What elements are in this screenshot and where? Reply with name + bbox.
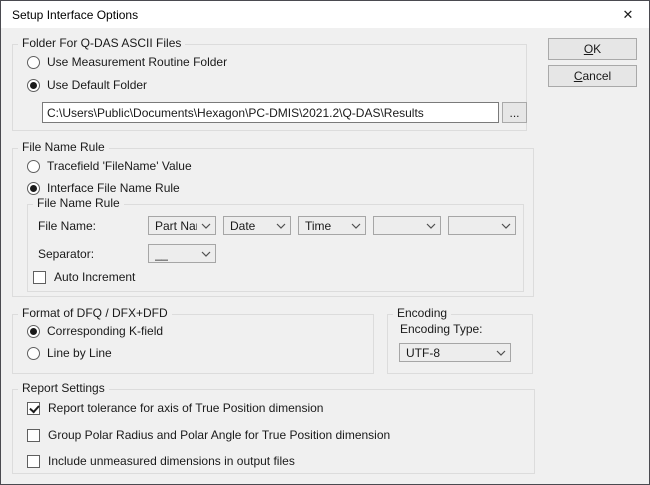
format-group-title: Format of DFQ / DFX+DFD — [18, 306, 172, 320]
checkbox-icon — [27, 429, 40, 442]
file-name-part-dropdown-3[interactable]: Time — [298, 216, 366, 235]
browse-button-label: ... — [509, 106, 519, 120]
checkbox-icon — [33, 271, 46, 284]
report-tolerance-checkbox[interactable]: Report tolerance for axis of True Positi… — [27, 401, 323, 415]
radio-label: Use Measurement Routine Folder — [47, 55, 227, 69]
checkbox-label: Group Polar Radius and Polar Angle for T… — [48, 428, 390, 442]
radio-interface-file-name-rule[interactable]: Interface File Name Rule — [27, 181, 180, 195]
radio-label: Use Default Folder — [47, 78, 147, 92]
encoding-group-title: Encoding — [393, 306, 451, 320]
dropdown-value: Time — [305, 219, 331, 233]
cancel-button-label: Cancel — [574, 69, 611, 83]
separator-dropdown[interactable]: __ — [148, 244, 216, 263]
default-folder-path-input[interactable]: C:\Users\Public\Documents\Hexagon\PC-DMI… — [42, 102, 499, 123]
checkbox-label: Report tolerance for axis of True Positi… — [48, 401, 323, 415]
folder-group: Folder For Q-DAS ASCII Files Use Measure… — [12, 44, 527, 131]
file-name-part-dropdown-2[interactable]: Date — [223, 216, 291, 235]
radio-use-measurement-routine-folder[interactable]: Use Measurement Routine Folder — [27, 55, 227, 69]
titlebar: Setup Interface Options ✕ — [1, 1, 649, 28]
radio-corresponding-k-field[interactable]: Corresponding K-field — [27, 324, 163, 338]
radio-label: Line by Line — [47, 346, 112, 360]
encoding-type-dropdown[interactable]: UTF-8 — [399, 343, 511, 362]
dropdown-value: Date — [230, 219, 255, 233]
radio-label: Interface File Name Rule — [47, 181, 180, 195]
file-name-part-dropdown-5[interactable] — [448, 216, 516, 235]
encoding-group: Encoding Encoding Type: UTF-8 — [387, 314, 533, 374]
default-folder-path-value: C:\Users\Public\Documents\Hexagon\PC-DMI… — [47, 106, 424, 120]
checkbox-icon — [27, 402, 40, 415]
setup-interface-options-dialog: Setup Interface Options ✕ OK Cancel Fold… — [0, 0, 650, 485]
report-settings-group: Report Settings Report tolerance for axi… — [12, 389, 535, 474]
encoding-type-label: Encoding Type: — [400, 322, 483, 336]
chevron-down-icon — [272, 223, 286, 229]
radio-tracefield-filename-value[interactable]: Tracefield 'FileName' Value — [27, 159, 192, 173]
file-name-part-dropdown-4[interactable] — [373, 216, 441, 235]
separator-label: Separator: — [38, 247, 94, 261]
radio-line-by-line[interactable]: Line by Line — [27, 346, 112, 360]
file-name-rule-group: File Name Rule Tracefield 'FileName' Val… — [12, 148, 534, 297]
file-name-rule-inner-group-title: File Name Rule — [33, 196, 124, 210]
window-title: Setup Interface Options — [1, 8, 138, 22]
radio-icon — [27, 325, 40, 338]
chevron-down-icon — [197, 223, 211, 229]
auto-increment-checkbox[interactable]: Auto Increment — [33, 270, 135, 284]
file-name-part-dropdown-1[interactable]: Part Name — [148, 216, 216, 235]
radio-icon — [27, 182, 40, 195]
radio-label: Corresponding K-field — [47, 324, 163, 338]
checkbox-icon — [27, 455, 40, 468]
cancel-button[interactable]: Cancel — [548, 65, 637, 87]
file-name-label: File Name: — [38, 219, 96, 233]
radio-use-default-folder[interactable]: Use Default Folder — [27, 78, 147, 92]
chevron-down-icon — [197, 251, 211, 257]
dropdown-value: UTF-8 — [406, 346, 440, 360]
format-group: Format of DFQ / DFX+DFD Corresponding K-… — [12, 314, 374, 374]
chevron-down-icon — [497, 223, 511, 229]
radio-icon — [27, 160, 40, 173]
radio-icon — [27, 347, 40, 360]
chevron-down-icon — [422, 223, 436, 229]
chevron-down-icon — [492, 350, 506, 356]
close-icon[interactable]: ✕ — [607, 1, 649, 28]
checkbox-label: Auto Increment — [54, 270, 135, 284]
ok-button-label: OK — [584, 42, 601, 56]
report-settings-group-title: Report Settings — [18, 381, 109, 395]
radio-label: Tracefield 'FileName' Value — [47, 159, 192, 173]
dropdown-value: Part Name — [155, 219, 197, 233]
ok-button[interactable]: OK — [548, 38, 637, 60]
folder-group-title: Folder For Q-DAS ASCII Files — [18, 36, 185, 50]
chevron-down-icon — [347, 223, 361, 229]
radio-icon — [27, 56, 40, 69]
file-name-rule-group-title: File Name Rule — [18, 140, 109, 154]
radio-icon — [27, 79, 40, 92]
group-polar-checkbox[interactable]: Group Polar Radius and Polar Angle for T… — [27, 428, 390, 442]
include-unmeasured-checkbox[interactable]: Include unmeasured dimensions in output … — [27, 454, 295, 468]
browse-button[interactable]: ... — [502, 102, 527, 123]
dropdown-value: __ — [155, 247, 168, 261]
file-name-rule-inner-group: File Name Rule File Name: Part Name Date… — [27, 204, 524, 292]
checkbox-label: Include unmeasured dimensions in output … — [48, 454, 295, 468]
